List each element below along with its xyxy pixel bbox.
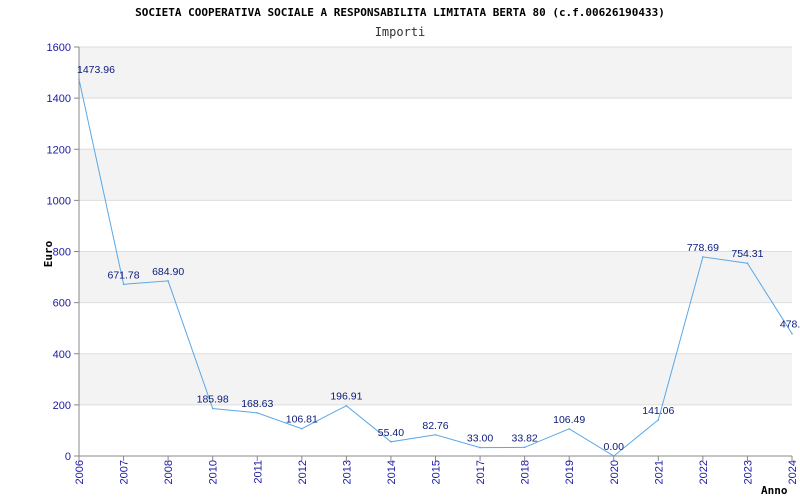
data-label: 106.49 [553, 414, 585, 426]
data-point [122, 283, 125, 286]
x-tick-label: 2010 [208, 460, 220, 484]
x-axis-title: Anno [761, 484, 788, 497]
x-tick-labels: 2006 2007 2008 2010 2011 2012 2013 2014 2015 2017… [74, 460, 799, 484]
data-label: 82.76 [422, 420, 448, 432]
chart-page: SOCIETA COOPERATIVA SOCIALE A RESPONSABI… [0, 0, 800, 500]
data-point [702, 256, 704, 258]
data-label: 141.06 [642, 405, 674, 417]
data-label: 778.69 [687, 242, 719, 254]
data-point [523, 446, 526, 449]
data-point [791, 332, 793, 335]
background-band [79, 47, 792, 99]
x-tick-label: 2023 [742, 460, 754, 484]
data-label: 1473.96 [77, 64, 115, 76]
y-tick-label: 400 [53, 349, 71, 361]
data-point [434, 434, 437, 436]
data-point [345, 404, 348, 407]
x-tick-label: 2013 [341, 460, 353, 484]
background-band [79, 353, 792, 405]
data-point [746, 262, 749, 264]
data-label: 33.82 [511, 432, 537, 444]
data-label: 196.91 [330, 391, 362, 403]
x-tick-label: 2012 [297, 460, 309, 484]
data-label: 671.78 [108, 269, 140, 281]
x-tick-label: 2014 [386, 460, 398, 484]
data-label: 684.90 [152, 266, 184, 278]
data-point [301, 427, 303, 430]
x-tick-label: 2022 [698, 460, 710, 484]
data-label: 106.81 [286, 414, 318, 426]
x-tick-label: 2018 [520, 460, 532, 484]
data-label: 0.00 [604, 441, 625, 453]
data-point [612, 455, 615, 457]
data-point [167, 280, 169, 282]
x-tick-label: 2007 [119, 460, 131, 484]
background-band [79, 251, 792, 303]
x-tick-label: 2020 [609, 460, 621, 484]
x-tick-label: 2024 [787, 460, 799, 484]
x-tick-label: 2008 [163, 460, 175, 484]
y-tick-label: 200 [53, 400, 71, 412]
data-point [78, 78, 80, 81]
data-point [479, 446, 481, 449]
data-label: 185.98 [197, 393, 229, 405]
y-tick-label: 1600 [47, 42, 71, 54]
data-label: 754.31 [731, 248, 763, 260]
x-tick-label: 2011 [252, 460, 264, 484]
data-point [256, 412, 259, 414]
x-tick-label: 2006 [74, 460, 86, 484]
y-axis-title: Euro [42, 240, 55, 267]
x-tick-label: 2015 [431, 460, 443, 484]
data-label: 478.4 [780, 319, 800, 331]
x-tick-label: 2019 [564, 460, 576, 484]
y-tick-label: 800 [53, 247, 71, 259]
line-chart: 02004006008001000120014001600 2006 2007 20… [42, 42, 800, 497]
data-point [657, 419, 660, 421]
data-point [390, 441, 392, 443]
y-tick-label: 0 [65, 451, 71, 463]
background-band [79, 149, 792, 201]
data-point [568, 427, 570, 430]
y-tick-label: 1000 [47, 195, 71, 207]
data-label: 33.00 [467, 433, 493, 445]
y-tick-label: 1400 [47, 93, 71, 105]
data-label: 168.63 [241, 398, 273, 410]
data-label: 55.40 [378, 427, 404, 439]
background-bands [79, 47, 792, 405]
x-tick-label: 2021 [653, 460, 665, 484]
data-point [211, 407, 214, 410]
y-tick-label: 1200 [47, 144, 71, 156]
y-tick-label: 600 [53, 298, 71, 310]
x-tick-label: 2017 [475, 460, 487, 484]
